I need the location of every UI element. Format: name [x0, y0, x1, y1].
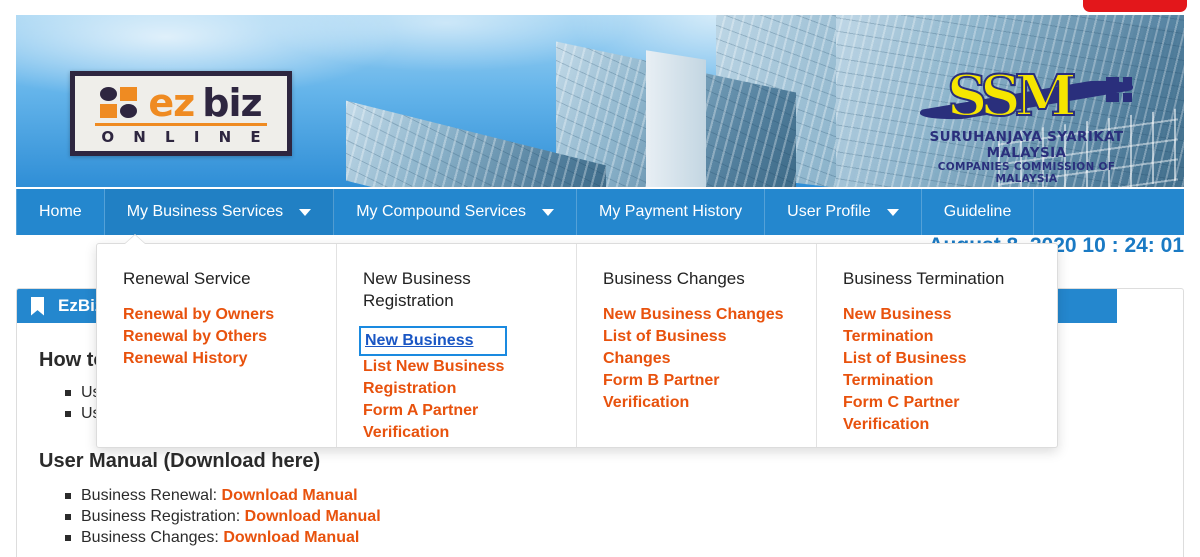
- ssm-name-malay: SURUHANJAYA SYARIKAT MALAYSIA: [929, 129, 1124, 161]
- ezbiz-logo-wordmark: ez biz ˇ: [100, 69, 263, 125]
- nav-item-user-profile[interactable]: User Profile: [765, 189, 922, 235]
- manual-item-label: Business Registration:: [81, 508, 245, 525]
- dropdown-link-new-business-termination[interactable]: New Business Termination: [843, 304, 1037, 348]
- list-item: Business Renewal: Download Manual: [65, 485, 1161, 506]
- dropdown-column-new-business-registration: New Business Registration New Business Lis…: [337, 244, 577, 447]
- ezbiz-logo-ez: ez: [148, 80, 195, 125]
- nav-item-my-business-services[interactable]: My Business Services: [104, 189, 335, 235]
- dropdown-link-list-new-business-registration[interactable]: List New Business Registration: [363, 356, 556, 400]
- ssm-logo-mark: SSM: [919, 63, 1134, 129]
- dropdown-column-title: Renewal Service: [123, 269, 251, 288]
- manual-item-label: Business Renewal:: [81, 487, 222, 504]
- dropdown-link-list-of-business-termination[interactable]: List of Business Termination: [843, 348, 1037, 392]
- list-item: Business Changes: Download Manual: [65, 527, 1161, 548]
- manual-item-label: Business Changes:: [81, 529, 224, 546]
- manual-list: Business Renewal: Download Manual Busines…: [65, 485, 1161, 548]
- dropdown-link-renewal-by-owners[interactable]: Renewal by Owners: [123, 304, 316, 326]
- main-navigation: Home My Business Services My Compound Serv…: [16, 189, 1184, 235]
- dropdown-link-renewal-by-others[interactable]: Renewal by Others: [123, 326, 316, 348]
- dropdown-link-form-b-partner-verification[interactable]: Form B Partner Verification: [603, 370, 796, 414]
- nav-item-label: My Payment History: [599, 203, 743, 220]
- banner-building-4: [646, 50, 706, 187]
- ssm-squares-icon: [1106, 77, 1132, 102]
- ezbiz-logo-subtitle: O N L I N E: [101, 127, 268, 146]
- nav-item-my-compound-services[interactable]: My Compound Services: [334, 189, 578, 235]
- bookmark-icon: [31, 296, 44, 316]
- site-header-banner: ez biz ˇ O N L I N E SSM SURUHANJAYA SYARI…: [16, 15, 1184, 187]
- ezbiz-logo-dots-icon: [100, 87, 138, 118]
- ssm-logo-letters: SSM: [946, 63, 1078, 129]
- nav-item-my-payment-history[interactable]: My Payment History: [577, 189, 766, 235]
- nav-item-label: Home: [39, 203, 82, 220]
- dropdown-column-title: Business Termination: [843, 269, 1005, 288]
- page-root: ez biz ˇ O N L I N E SSM SURUHANJAYA SYARI…: [0, 0, 1200, 557]
- dropdown-column-business-changes: Business Changes New Business Changes List…: [577, 244, 817, 447]
- dropdown-column-business-termination: Business Termination New Business Termina…: [817, 244, 1057, 447]
- download-manual-link[interactable]: Download Manual: [223, 529, 359, 546]
- nav-item-label: My Compound Services: [356, 203, 527, 220]
- nav-item-guideline[interactable]: Guideline: [922, 189, 1035, 235]
- nav-item-label: My Business Services: [126, 203, 284, 220]
- list-item: Business Registration: Download Manual: [65, 506, 1161, 527]
- chevron-down-icon: [886, 208, 899, 216]
- ssm-logo: SSM SURUHANJAYA SYARIKAT MALAYSIA COMPAN…: [919, 63, 1134, 185]
- dropdown-link-new-business-changes[interactable]: New Business Changes: [603, 304, 796, 326]
- dropdown-column-title: New Business Registration: [363, 269, 471, 310]
- chevron-down-icon: [542, 208, 555, 216]
- ssm-name-english: COMPANIES COMMISSION OF MALAYSIA: [937, 161, 1116, 185]
- download-manual-link[interactable]: Download Manual: [245, 508, 381, 525]
- chevron-down-icon: [299, 208, 312, 216]
- nav-item-home[interactable]: Home: [16, 189, 105, 235]
- nav-item-label: User Profile: [787, 203, 871, 220]
- dropdown-link-renewal-history[interactable]: Renewal History: [123, 348, 316, 370]
- nav-item-label: Guideline: [943, 203, 1012, 220]
- top-red-indicator: [1083, 0, 1187, 12]
- ezbiz-logo[interactable]: ez biz ˇ O N L I N E: [70, 71, 292, 156]
- dropdown-link-list-of-business-changes[interactable]: List of Business Changes: [603, 326, 796, 370]
- my-business-services-dropdown: Renewal Service Renewal by Owners Renewal …: [96, 243, 1058, 448]
- check-icon: ˇ: [233, 69, 242, 92]
- dropdown-link-form-c-partner-verification[interactable]: Form C Partner Verification: [843, 392, 1037, 436]
- ezbiz-logo-biz: biz ˇ: [202, 69, 262, 125]
- dropdown-link-form-a-partner-verification[interactable]: Form A Partner Verification: [363, 400, 556, 444]
- dropdown-column-renewal-service: Renewal Service Renewal by Owners Renewal …: [97, 244, 337, 447]
- user-manual-heading: User Manual (Download here): [39, 450, 321, 472]
- download-manual-link[interactable]: Download Manual: [222, 487, 358, 504]
- dropdown-column-title: Business Changes: [603, 269, 745, 288]
- dropdown-link-new-business[interactable]: New Business: [359, 326, 507, 356]
